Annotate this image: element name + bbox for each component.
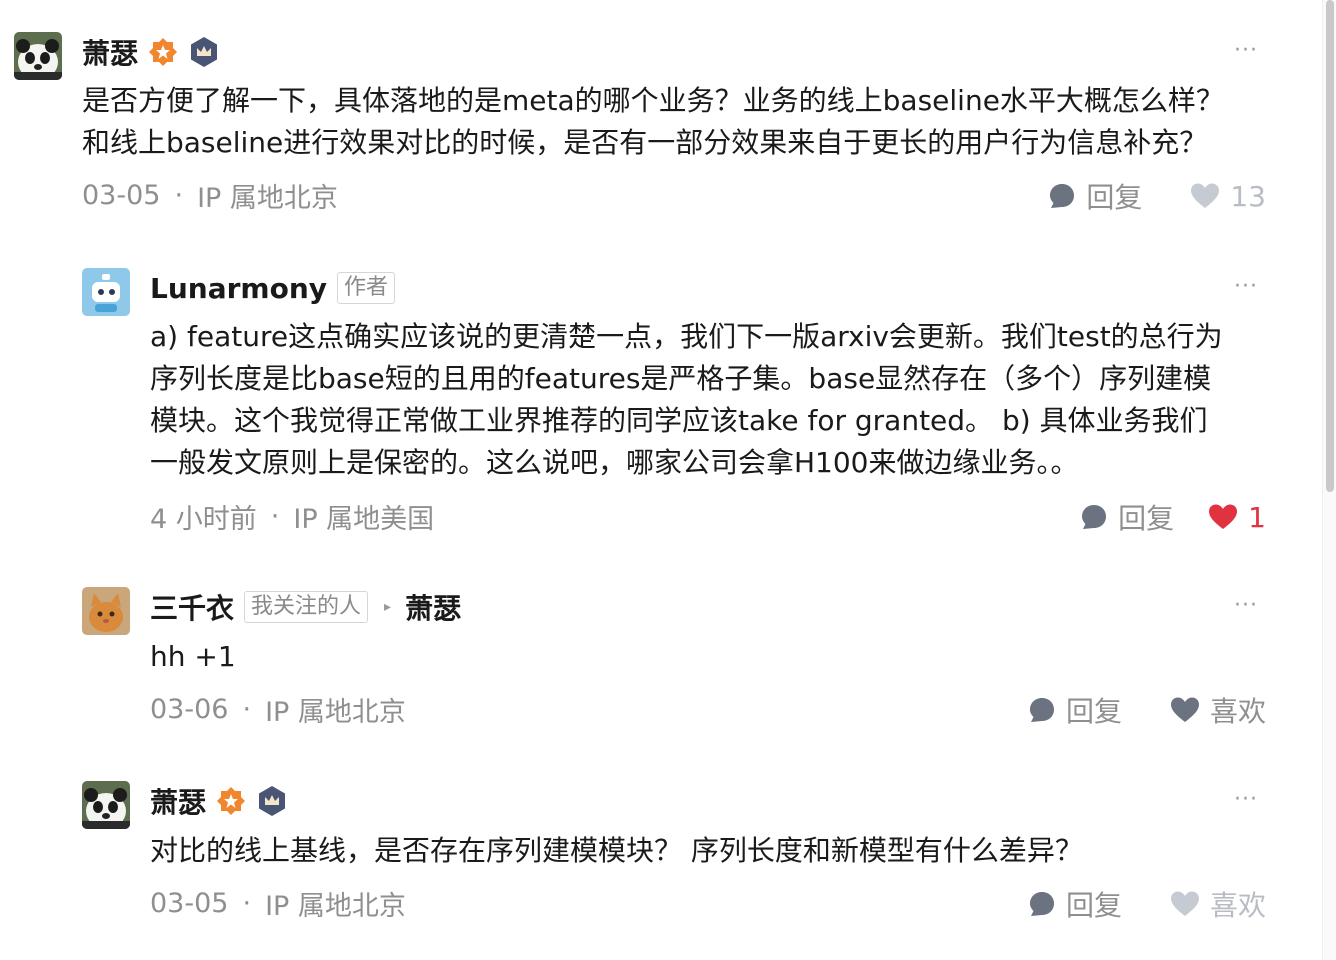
heart-icon bbox=[1170, 891, 1199, 916]
like-button[interactable]: 13 bbox=[1190, 180, 1266, 213]
comment-content: a) feature这点确实应该说的更清楚一点，我们下一版arxiv会更新。我们… bbox=[150, 320, 1223, 479]
reply-label: 回复 bbox=[1118, 502, 1175, 535]
ip-location: IP 属地北京 bbox=[265, 891, 406, 922]
reply-bubble-icon bbox=[1029, 892, 1054, 916]
reply-label: 回复 bbox=[1065, 695, 1122, 728]
reply-button[interactable]: 回复 bbox=[1048, 176, 1142, 216]
more-icon[interactable]: ··· bbox=[1234, 787, 1258, 812]
separator-dot: · bbox=[174, 180, 184, 211]
separator-dot: · bbox=[242, 888, 252, 919]
more-icon[interactable]: ··· bbox=[1234, 274, 1258, 299]
crown-badge-icon bbox=[191, 37, 218, 67]
reply-to-name[interactable]: 萧瑟 bbox=[405, 587, 461, 627]
like-button[interactable]: 喜欢 bbox=[1170, 690, 1266, 730]
comment-date: 03-05 bbox=[150, 888, 229, 919]
reply-bubble-icon bbox=[1050, 184, 1075, 208]
separator-dot: · bbox=[242, 694, 252, 725]
author-name[interactable]: 萧瑟 bbox=[82, 32, 138, 72]
reply-button[interactable]: 回复 bbox=[1080, 497, 1174, 537]
like-count: 13 bbox=[1230, 179, 1266, 213]
separator-dot: · bbox=[270, 501, 280, 532]
robot-avatar[interactable] bbox=[82, 268, 130, 316]
reply-bubble-icon bbox=[1029, 698, 1054, 722]
more-icon[interactable]: ··· bbox=[1234, 593, 1258, 618]
like-button[interactable]: 喜欢 bbox=[1170, 884, 1266, 924]
comment-content: 是否方便了解一下，具体落地的是meta的哪个业务？业务的线上baseline水平… bbox=[82, 84, 1224, 159]
reply-bubble-icon bbox=[1082, 505, 1107, 529]
scrollbar-thumb[interactable] bbox=[1326, 0, 1334, 492]
crown-badge-icon bbox=[259, 786, 286, 816]
comment-content: hh +1 bbox=[150, 640, 236, 673]
reply-button[interactable]: 回复 bbox=[1028, 690, 1122, 730]
scrollbar[interactable] bbox=[1322, 0, 1336, 960]
comment-content: 对比的线上基线，是否存在序列建模模块？ 序列长度和新模型有什么差异？ bbox=[150, 834, 1083, 867]
comment-date: 03-05 bbox=[82, 180, 161, 211]
reply-button[interactable]: 回复 bbox=[1028, 884, 1122, 924]
reply-arrow-icon: ▸ bbox=[384, 599, 392, 615]
author-tag: 我关注的人 bbox=[244, 591, 369, 623]
author-name[interactable]: 萧瑟 bbox=[150, 781, 206, 821]
panda-avatar[interactable] bbox=[82, 781, 130, 829]
comment-date: 03-06 bbox=[150, 694, 229, 725]
ip-location: IP 属地北京 bbox=[265, 697, 406, 728]
ip-location: IP 属地北京 bbox=[197, 183, 338, 214]
heart-icon bbox=[1191, 183, 1220, 208]
author-tag: 作者 bbox=[337, 272, 396, 304]
comment-date: 4 小时前 bbox=[150, 504, 257, 535]
heart-icon bbox=[1170, 697, 1199, 722]
reply-label: 回复 bbox=[1086, 181, 1143, 214]
ip-location: IP 属地美国 bbox=[293, 504, 435, 535]
more-icon[interactable]: ··· bbox=[1234, 38, 1258, 63]
like-label: 喜欢 bbox=[1209, 889, 1266, 922]
like-label: 喜欢 bbox=[1209, 695, 1266, 728]
orange-badge-icon bbox=[217, 787, 246, 815]
panda-avatar[interactable] bbox=[14, 32, 62, 80]
like-button[interactable]: 1 bbox=[1208, 501, 1266, 534]
cat-avatar[interactable] bbox=[82, 587, 130, 635]
heart-icon bbox=[1209, 504, 1238, 529]
author-name[interactable]: 三千衣 bbox=[150, 587, 234, 627]
orange-badge-icon bbox=[149, 38, 178, 66]
reply-label: 回复 bbox=[1065, 889, 1122, 922]
like-count: 1 bbox=[1248, 500, 1266, 534]
author-name[interactable]: Lunarmony bbox=[150, 272, 327, 305]
